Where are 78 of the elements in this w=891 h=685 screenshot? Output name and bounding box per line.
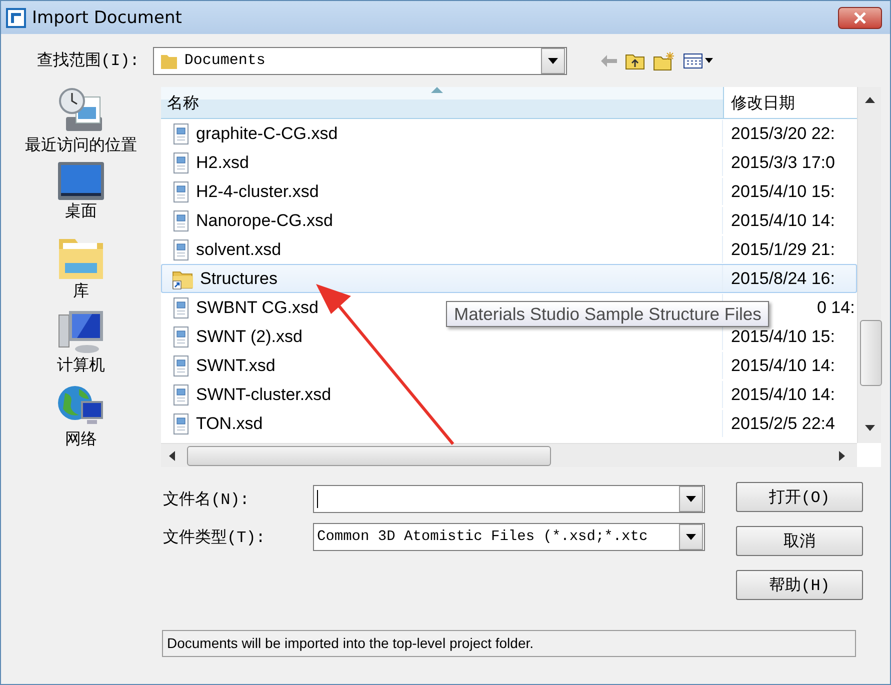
close-button[interactable]	[838, 6, 882, 28]
document-icon	[172, 326, 190, 348]
view-menu-icon[interactable]	[683, 52, 714, 68]
place-item[interactable]: 最近访问的位置	[25, 87, 137, 161]
document-icon	[172, 180, 190, 202]
new-folder-icon[interactable]	[653, 50, 676, 70]
place-item[interactable]: 桌面	[57, 161, 105, 235]
dropdown-arrow-icon	[686, 534, 696, 540]
file-row[interactable]: graphite-C-CG.xsd 2015/3/20 22:	[161, 119, 857, 148]
look-in-dropdown[interactable]: Documents	[153, 46, 568, 74]
document-icon	[172, 210, 190, 232]
file-name: H2-4-cluster.xsd	[196, 182, 319, 202]
document-icon	[172, 354, 190, 376]
computer-icon	[57, 309, 105, 355]
document-icon	[172, 412, 190, 434]
tooltip: Materials Studio Sample Structure Files	[446, 301, 770, 327]
modified-date: 2015/3/3 17:0	[722, 149, 856, 176]
modified-date: 2015/4/10 14:	[722, 207, 856, 234]
up-folder-icon[interactable]	[625, 52, 646, 70]
document-icon	[172, 296, 190, 318]
column-header[interactable]: 名称	[161, 87, 723, 118]
place-item[interactable]: 网络	[57, 383, 105, 457]
file-name: graphite-C-CG.xsd	[196, 124, 338, 144]
window-title: Import Document	[32, 8, 183, 28]
modified-date: 2015/4/10 15:	[722, 178, 856, 205]
modified-date: 2015/3/20 22:	[722, 120, 856, 147]
modified-date: 2015/1/29 21:	[722, 236, 856, 263]
dropdown-arrow-icon	[548, 58, 558, 64]
document-icon	[172, 384, 190, 406]
document-icon	[172, 238, 190, 260]
column-header[interactable]: 修改日期	[723, 87, 857, 118]
scroll-down-arrow-icon[interactable]	[865, 425, 875, 431]
file-name: solvent.xsd	[196, 240, 282, 260]
dialog-button[interactable]: 取消	[736, 526, 863, 556]
file-name-field[interactable]	[313, 485, 705, 513]
horizontal-scrollbar[interactable]	[161, 443, 857, 467]
scroll-thumb[interactable]	[187, 446, 551, 466]
modified-date: 2015/4/10 14:	[722, 352, 856, 379]
modified-date: 2015/2/5 22:4	[722, 410, 856, 437]
file-name: Structures	[200, 268, 278, 288]
scroll-left-arrow-icon[interactable]	[169, 451, 175, 461]
app-icon	[6, 8, 26, 28]
status-bar: Documents will be imported into the top-level project folder.	[162, 630, 856, 657]
file-name: SWNT-cluster.xsd	[196, 384, 332, 404]
file-row[interactable]: SWNT.xsd 2015/4/10 14:	[161, 351, 857, 380]
file-name: H2.xsd	[196, 152, 249, 172]
file-type-label: 文件类型(T):	[163, 528, 266, 548]
dialog-button[interactable]: 帮助(H)	[736, 570, 863, 600]
file-row[interactable]: Structures 2015/8/24 16:	[161, 264, 857, 293]
modified-date: 2015/4/10 14:	[722, 381, 856, 408]
file-row[interactable]: solvent.xsd 2015/1/29 21:	[161, 235, 857, 264]
document-icon	[172, 152, 190, 174]
file-row[interactable]: H2-4-cluster.xsd 2015/4/10 15:	[161, 177, 857, 206]
place-item[interactable]: 库	[57, 235, 105, 309]
scroll-thumb[interactable]	[860, 320, 882, 386]
file-name: Nanorope-CG.xsd	[196, 210, 334, 230]
vertical-scrollbar[interactable]	[857, 87, 881, 443]
file-row[interactable]: TON.xsd 2015/2/5 22:4	[161, 409, 857, 438]
dialog-button[interactable]: 打开(O)	[736, 482, 863, 512]
file-name: SWBNT CG.xsd	[196, 298, 318, 318]
document-icon	[172, 122, 190, 144]
sort-arrow-icon	[431, 87, 443, 93]
file-row[interactable]: H2.xsd 2015/3/3 17:0	[161, 148, 857, 177]
file-name: SWNT (2).xsd	[196, 326, 302, 346]
file-row[interactable]: SWNT-cluster.xsd 2015/4/10 14:	[161, 380, 857, 409]
file-row[interactable]: Nanorope-CG.xsd 2015/4/10 14:	[161, 206, 857, 235]
file-name: TON.xsd	[196, 414, 263, 434]
modified-date: 2015/8/24 16:	[722, 265, 856, 292]
file-name: SWNT.xsd	[196, 356, 276, 376]
close-icon	[853, 12, 867, 24]
look-in-label: 查找范围(I):	[37, 50, 140, 71]
file-type-dropdown[interactable]: Common 3D Atomistic Files (*.xsd;*.xtc	[313, 523, 705, 551]
scroll-right-arrow-icon[interactable]	[839, 451, 845, 461]
file-name-label: 文件名(N):	[163, 490, 250, 510]
dropdown-arrow-icon	[686, 496, 696, 502]
scroll-up-arrow-icon[interactable]	[865, 97, 875, 103]
place-item[interactable]: 计算机	[57, 309, 105, 383]
monitor-icon	[57, 161, 105, 201]
